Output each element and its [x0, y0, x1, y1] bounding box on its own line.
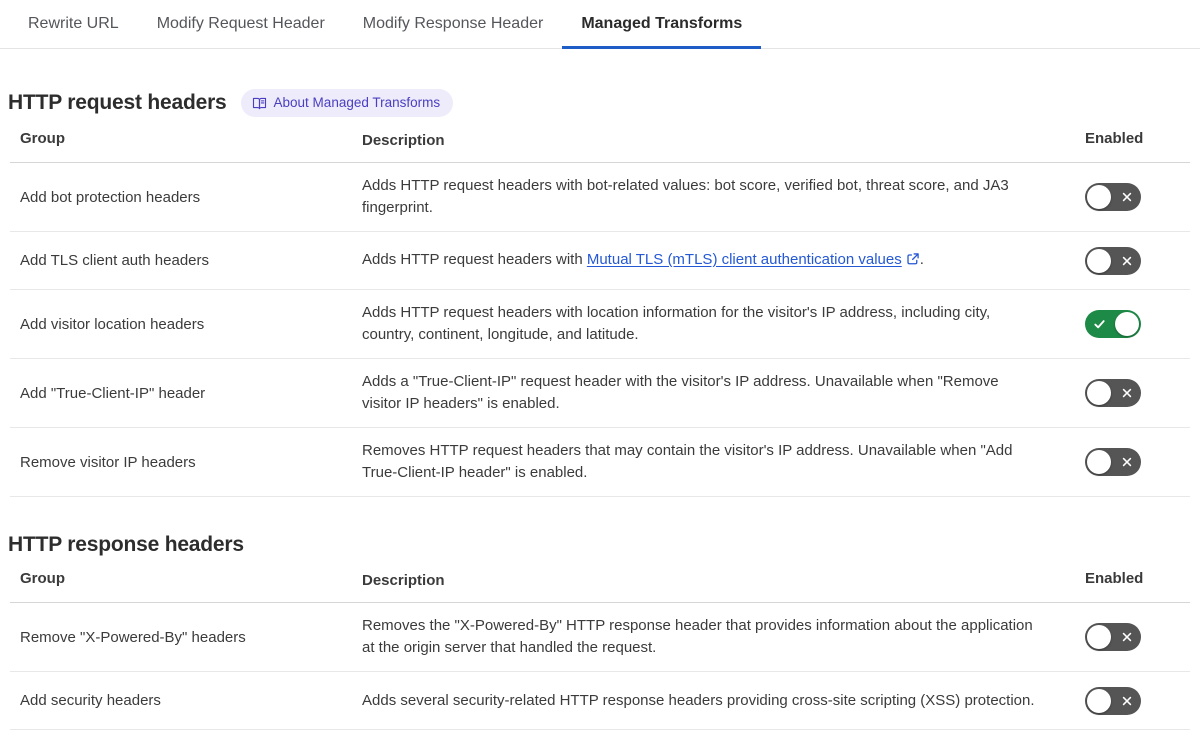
description-cell: Removes HTTP request headers that may co… — [362, 442, 1013, 482]
toggle-knob — [1087, 688, 1111, 713]
group-cell: Add bot protection headers — [20, 188, 201, 206]
enabled-toggle-off[interactable] — [1085, 246, 1141, 275]
enabled-toggle-off[interactable] — [1085, 448, 1141, 477]
http-response-headers-section: HTTP response headers Group Description … — [0, 533, 1200, 731]
column-header-enabled: Enabled — [1085, 570, 1144, 588]
enabled-cell — [1040, 623, 1180, 652]
enabled-toggle-off[interactable] — [1085, 379, 1141, 408]
toggle-knob — [1115, 312, 1139, 337]
tab-modify-request-header[interactable]: Modify Request Header — [138, 0, 344, 48]
x-icon — [1121, 695, 1133, 707]
group-cell: Add "True-Client-IP" header — [20, 384, 206, 402]
toggle-knob — [1087, 381, 1111, 406]
column-header-group: Group — [20, 130, 65, 148]
table-row: Add TLS client auth headers Adds HTTP req… — [10, 232, 1190, 291]
section-title-request: HTTP request headers — [8, 91, 227, 115]
tab-managed-transforms[interactable]: Managed Transforms — [562, 0, 762, 49]
tab-bar: Rewrite URL Modify Request Header Modify… — [0, 0, 1200, 49]
column-header-group: Group — [20, 570, 65, 588]
x-icon — [1121, 456, 1133, 468]
tab-rewrite-url[interactable]: Rewrite URL — [9, 0, 138, 48]
table-header: Group Description Enabled — [10, 557, 1190, 604]
x-icon — [1121, 191, 1133, 203]
group-cell: Add TLS client auth headers — [20, 252, 210, 270]
column-header-enabled: Enabled — [1085, 130, 1144, 148]
group-cell: Add security headers — [20, 692, 161, 710]
table-body: Add bot protection headers Adds HTTP requ… — [10, 163, 1190, 498]
enabled-toggle-on[interactable] — [1085, 310, 1141, 339]
column-header-description: Description — [362, 132, 445, 150]
table-row: Add security headers Adds several securit… — [10, 672, 1190, 731]
group-cell: Remove "X-Powered-By" headers — [20, 628, 246, 646]
enabled-cell — [1040, 310, 1180, 339]
toggle-knob — [1087, 625, 1111, 650]
enabled-toggle-off[interactable] — [1085, 623, 1141, 652]
description-cell: Adds a "True-Client-IP" request header w… — [362, 373, 999, 413]
table-body: Remove "X-Powered-By" headers Removes the… — [10, 603, 1190, 731]
table-row: Add "True-Client-IP" header Adds a "True-… — [10, 359, 1190, 429]
column-header-description: Description — [362, 572, 445, 590]
check-icon — [1093, 318, 1106, 331]
toggle-knob — [1087, 450, 1111, 475]
description-cell: Adds HTTP request headers with bot-relat… — [362, 177, 1009, 217]
table-row: Remove visitor IP headers Removes HTTP re… — [10, 428, 1190, 498]
tab-modify-response-header[interactable]: Modify Response Header — [344, 0, 563, 48]
table-row: Add visitor location headers Adds HTTP re… — [10, 290, 1190, 360]
description-link[interactable]: Mutual TLS (mTLS) client authentication … — [587, 251, 920, 268]
table-row: Remove "X-Powered-By" headers Removes the… — [10, 603, 1190, 673]
table-header: Group Description Enabled — [10, 117, 1190, 164]
enabled-cell — [1040, 379, 1180, 408]
http-request-headers-section: HTTP request headers About Managed Trans… — [0, 89, 1200, 498]
x-icon — [1121, 255, 1133, 267]
description-cell: Adds HTTP request headers with Mutual TL… — [362, 249, 1040, 273]
group-cell: Remove visitor IP headers — [20, 453, 196, 471]
x-icon — [1121, 387, 1133, 399]
request-headers-table: Group Description Enabled Add bot protec… — [10, 117, 1190, 498]
enabled-cell — [1040, 183, 1180, 212]
toggle-knob — [1087, 185, 1111, 210]
description-cell: Adds several security-related HTTP respo… — [362, 691, 1035, 709]
book-icon — [252, 96, 267, 111]
enabled-cell — [1040, 448, 1180, 477]
external-link-icon — [906, 251, 920, 273]
group-cell: Add visitor location headers — [20, 315, 205, 333]
response-headers-table: Group Description Enabled Remove "X-Powe… — [10, 557, 1190, 731]
about-managed-transforms-link[interactable]: About Managed Transforms — [240, 89, 454, 118]
toggle-knob — [1087, 248, 1111, 273]
enabled-toggle-off[interactable] — [1085, 183, 1141, 212]
enabled-cell — [1040, 686, 1180, 715]
enabled-cell — [1040, 246, 1180, 275]
description-cell: Adds HTTP request headers with location … — [362, 304, 991, 344]
table-row: Add bot protection headers Adds HTTP requ… — [10, 163, 1190, 233]
x-icon — [1121, 631, 1133, 643]
description-cell: Removes the "X-Powered-By" HTTP response… — [362, 617, 1033, 657]
badge-label: About Managed Transforms — [273, 95, 441, 110]
section-title-response: HTTP response headers — [8, 533, 244, 557]
enabled-toggle-off[interactable] — [1085, 686, 1141, 715]
